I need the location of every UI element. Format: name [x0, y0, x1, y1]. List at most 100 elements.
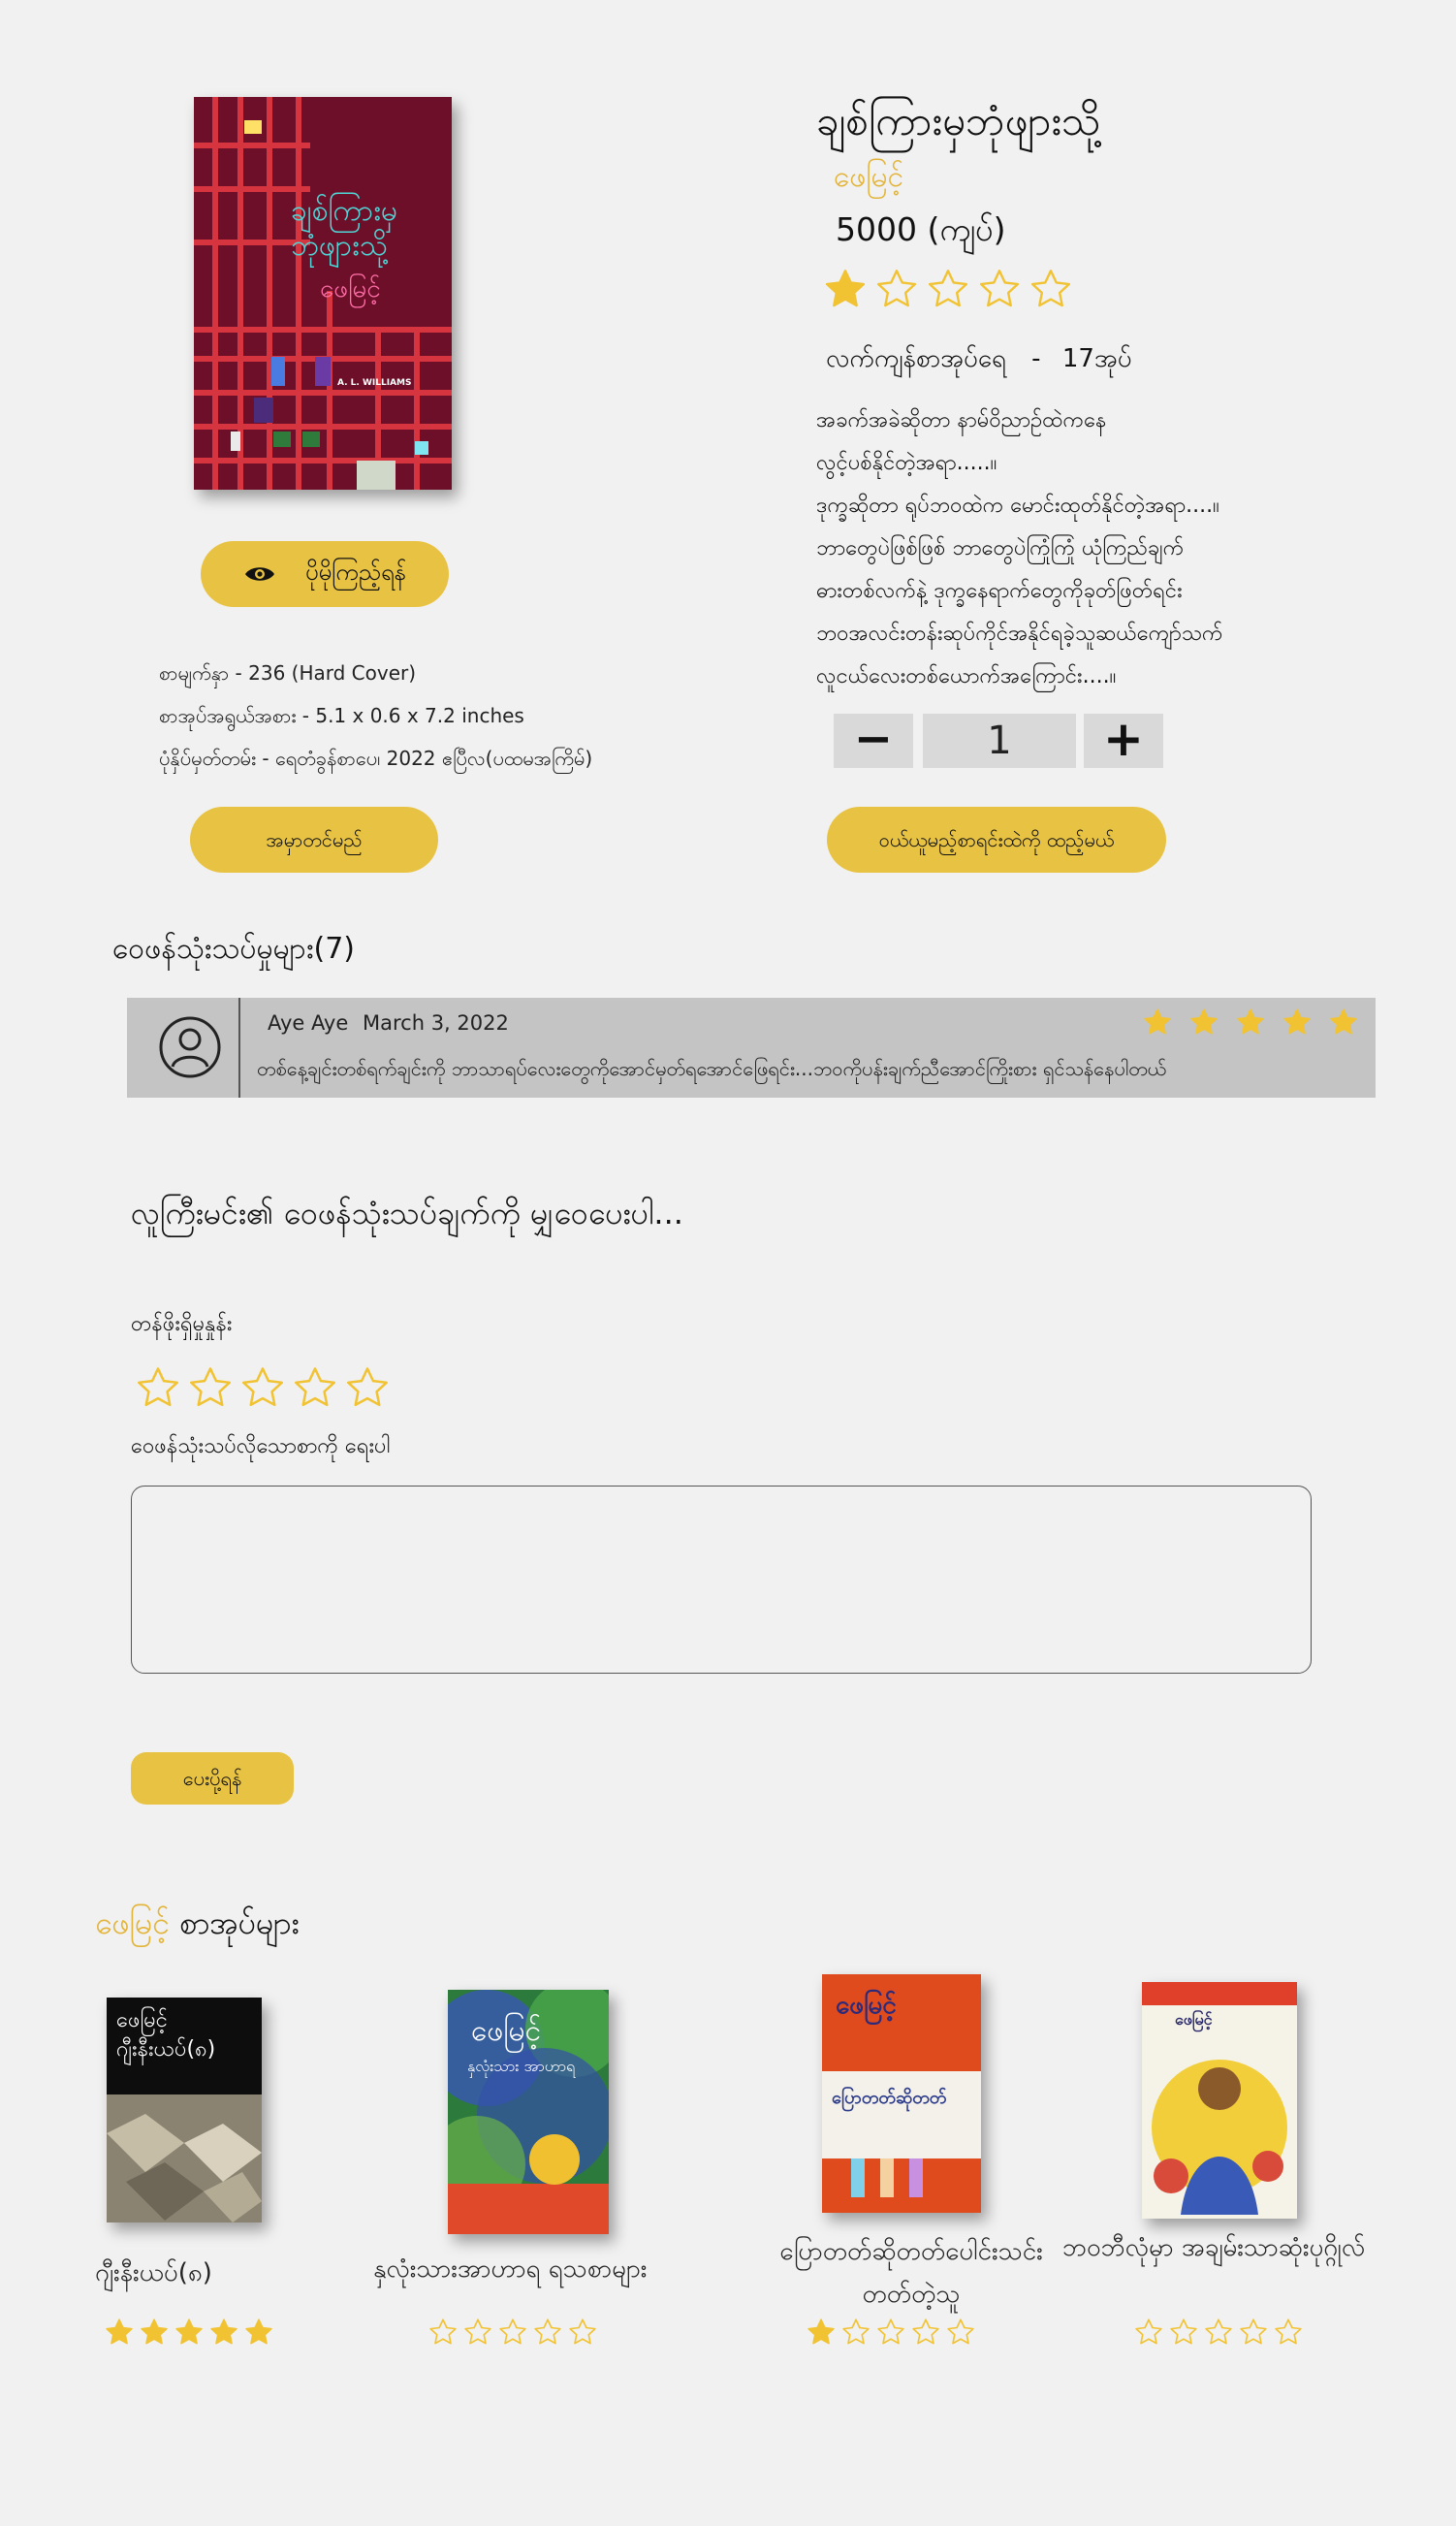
star-icon: [1282, 1007, 1312, 1037]
cover-author: ဖေမြင့်: [471, 2014, 542, 2048]
book-card-cover[interactable]: ဖေမြင့် နှလုံးသား အာဟာရ: [448, 1990, 609, 2234]
reviews-heading: ဝေဖန်သုံးသပ်မှုများ(7): [112, 932, 356, 966]
star-icon: [1189, 1007, 1219, 1037]
preview-button-label: ပိုမိုကြည့်ရန်: [304, 559, 407, 586]
review-text: တစ်နေ့ချင်းတစ်ရက်ချင်းကို ဘာသာရပ်လေးတွေက…: [257, 1057, 1167, 1080]
review-rating: [1143, 1007, 1376, 1037]
star-icon: [209, 2318, 238, 2347]
book-card-rating: [1134, 2318, 1309, 2347]
book-card-rating: [807, 2318, 981, 2347]
quantity-stepper: − 1 +: [834, 714, 1163, 768]
star-icon: [1274, 2318, 1303, 2347]
star-icon: [1239, 2318, 1268, 2347]
book-card-title[interactable]: ဘဝဘီလုံမှာ အချမ်းသာဆုံးပုဂ္ဂိုလ်: [1062, 2230, 1365, 2268]
spec-publication: ပုံနှိပ်မှတ်တမ်း - ရေတံခွန်စာပေ၊ 2022 ဧပ…: [159, 747, 593, 770]
star-icon: [824, 268, 867, 310]
cover-author: ဖေမြင့်: [1175, 2010, 1213, 2029]
description-line: လွင့်ပစ်နိုင်တဲ့အရာ.....။: [816, 451, 997, 475]
rating-label: တန်ဖိုးရှိမှုနှုန်း: [131, 1312, 233, 1336]
description-line: ဘာတွေပဲဖြစ်ဖြစ် ဘာတွေပဲကြုံကြုံ ယုံကြည်ခ…: [816, 536, 1185, 560]
star-icon: [1204, 2318, 1233, 2347]
book-card-cover[interactable]: ဖေမြင့် ဂျီးနီးယပ်(၈): [107, 1998, 262, 2222]
book-card-title[interactable]: ဂျီးနီးယပ်(၈): [95, 2255, 212, 2293]
star-icon: [1236, 1007, 1265, 1037]
cover-title: ဂျီးနီးယပ်(၈): [116, 2037, 216, 2062]
description-line: လူငယ်လေးတစ်ယောက်အကြောင်း....။: [816, 664, 1117, 688]
order-button[interactable]: အမှာတင်မည်: [190, 807, 438, 873]
book-card-cover[interactable]: ဖေမြင့် ပြောတတ်ဆိုတတ်: [822, 1974, 981, 2213]
star-icon: [876, 2318, 905, 2347]
book-rating: [824, 268, 1081, 310]
author-books-heading: ဖေမြင့် စာအုပ်များ: [95, 1902, 300, 1949]
star-icon: [841, 2318, 870, 2347]
star-icon: [875, 268, 918, 310]
quantity-increase-button[interactable]: +: [1084, 714, 1163, 768]
star-icon: [1143, 1007, 1172, 1037]
stock-info: လက်ကျန်စာအုပ်ရေ - 17အုပ်: [826, 341, 1132, 379]
stock-separator: -: [1031, 344, 1041, 373]
star-icon: [1169, 2318, 1198, 2347]
quantity-decrease-button[interactable]: −: [834, 714, 913, 768]
book-card-title-text: ပြောတတ်ဆိုတတ်ပေါင်းသင်း တတ်တဲ့သူ: [779, 2237, 1043, 2309]
comment-textarea[interactable]: [131, 1486, 1312, 1674]
add-to-cart-button[interactable]: ဝယ်ယူမည့်စာရင်းထဲကို ထည့်မယ်: [827, 807, 1166, 873]
book-author[interactable]: ဖေမြင့်: [834, 157, 903, 201]
star-icon: [140, 2318, 169, 2347]
preview-button[interactable]: ပိုမိုကြည့်ရန်: [201, 541, 449, 607]
description-line: ဒုက္ခဆိုတာ ရုပ်ဘဝထဲက မောင်းထုတ်နိုင်တဲ့အ…: [816, 494, 1219, 518]
star-icon: [568, 2318, 597, 2347]
book-specs: စာမျက်နှာ - 236 (Hard Cover) စာအုပ်အရွယ်…: [159, 652, 592, 780]
star-icon: [1134, 2318, 1163, 2347]
review-date: March 3, 2022: [363, 1011, 509, 1035]
star-icon: [428, 2318, 458, 2347]
spec-pages: စာမျက်နှာ - 236 (Hard Cover): [159, 661, 417, 685]
star-icon: [927, 268, 969, 310]
quantity-input[interactable]: 1: [923, 714, 1076, 768]
review-form-prompt: လူကြီးမင်း၏ ဝေဖန်သုံးသပ်ချက်ကို မျှဝေပေး…: [131, 1195, 683, 1231]
cover-author: ဖေမြင့်: [836, 1991, 897, 2020]
stock-label: လက်ကျန်စာအုပ်ရေ: [826, 344, 1006, 373]
review-divider: [238, 998, 240, 1098]
description-line: ဘဝအလင်းတန်းဆုပ်ကိုင်အနိုင်ရခဲ့သူဆယ်ကျော်…: [816, 622, 1223, 646]
star-icon[interactable]: [188, 1365, 233, 1410]
book-price: 5000 (ကျပ်): [836, 210, 1006, 248]
cover-author: ဖေမြင့်: [320, 274, 381, 304]
book-card-rating: [428, 2318, 603, 2347]
cover-author: ဖေမြင့်: [116, 2008, 168, 2032]
book-card-title[interactable]: ပြောတတ်ဆိုတတ်ပေါင်းသင်း တတ်တဲ့သူ: [766, 2230, 1057, 2316]
star-icon[interactable]: [136, 1365, 180, 1410]
star-icon: [105, 2318, 134, 2347]
book-description: အခက်အခဲဆိုတာ နာမ်ဝိညာဉ်ထဲကနေ လွင့်ပစ်နို…: [816, 400, 1320, 698]
cover-title-line-1: ချစ်ကြားမှ: [291, 194, 397, 228]
description-line: ဓားတစ်လက်နဲ့ ဒုက္ခနေရာက်တွေကိုခုတ်ဖြတ်ရင…: [816, 579, 1183, 603]
submit-review-button[interactable]: ပေးပို့ရန်: [131, 1752, 294, 1805]
book-title: ချစ်ကြားမှဘုံဖျားသို့: [816, 97, 1101, 144]
star-icon: [463, 2318, 492, 2347]
star-icon: [244, 2318, 273, 2347]
star-icon: [498, 2318, 527, 2347]
cover-title-line-2: ဘုံဖျားသို့: [291, 229, 388, 263]
book-card-rating: [105, 2318, 279, 2347]
star-icon: [911, 2318, 940, 2347]
star-icon: [1329, 1007, 1358, 1037]
book-card-title[interactable]: နှလုံးသားအာဟာရ ရသစာများ: [373, 2252, 647, 2289]
rating-input[interactable]: [136, 1365, 397, 1410]
review-author: Aye Aye: [268, 1011, 349, 1035]
book-cover-image: ချစ်ကြားမှ ဘုံဖျားသို့ ဖေမြင့် A. L. WIL…: [194, 97, 452, 490]
review-card: Aye Aye March 3, 2022 တစ်နေ့ချင်းတစ်ရက်ခ…: [127, 998, 1376, 1098]
user-avatar-icon: [158, 1015, 222, 1079]
star-icon: [978, 268, 1021, 310]
stock-count: 17အုပ်: [1061, 344, 1132, 373]
comment-label: ဝေဖန်သုံးသပ်လိုသောစာကို ရေးပါ: [131, 1434, 391, 1458]
star-icon[interactable]: [345, 1365, 390, 1410]
book-card-cover[interactable]: ဖေမြင့်: [1142, 1982, 1297, 2219]
author-books-heading-author[interactable]: ဖေမြင့်: [95, 1904, 170, 1941]
star-icon: [946, 2318, 975, 2347]
star-icon[interactable]: [293, 1365, 337, 1410]
star-icon: [174, 2318, 204, 2347]
cover-english-text: A. L. WILLIAMS: [337, 378, 412, 388]
star-icon[interactable]: [240, 1365, 285, 1410]
star-icon: [1029, 268, 1072, 310]
spec-size: စာအုပ်အရွယ်အစား - 5.1 x 0.6 x 7.2 inches: [159, 704, 524, 727]
cover-title: ချစ်ကြားမှ ဘုံဖျားသို့: [291, 194, 427, 264]
